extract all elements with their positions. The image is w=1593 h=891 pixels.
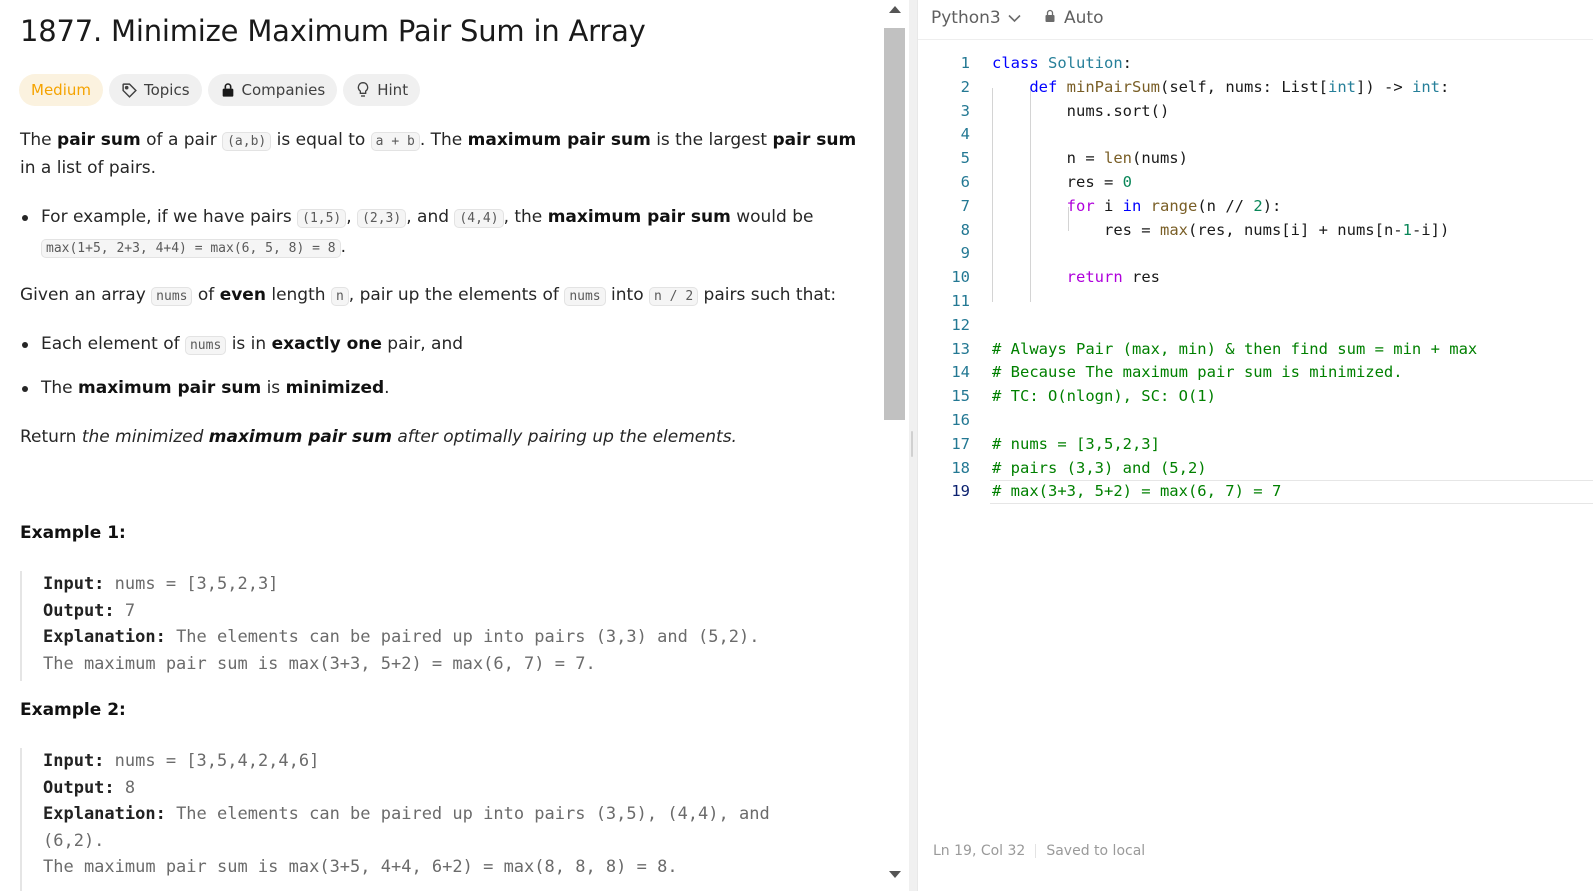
companies-button[interactable]: Companies [207, 74, 338, 106]
scrollbar-thumb[interactable] [884, 28, 905, 420]
description-paragraph-2: Given an array nums of even length n, pa… [20, 285, 837, 306]
code-panel: Python3 Auto 1 class Solution: 2 def minP… [917, 0, 1593, 891]
auto-label: Auto [1064, 8, 1104, 28]
code-line[interactable]: 11 [918, 290, 1593, 314]
description-paragraph-3: Return the minimized maximum pair sum af… [20, 427, 737, 447]
problem-panel: 1877. Minimize Maximum Pair Sum in Array… [0, 0, 883, 891]
description-paragraph-1: The pair sum of a pair (a,b) is equal to… [20, 130, 857, 178]
list-item: The maximum pair sum is minimized. [20, 374, 865, 403]
code-line[interactable]: 8 res = max(res, nums[i] + nums[n-1-i]) [918, 219, 1593, 243]
difficulty-badge[interactable]: Medium [19, 74, 103, 106]
language-label: Python3 [931, 8, 1001, 28]
example-1-heading: Example 1: [20, 523, 126, 543]
code-editor[interactable]: 1 class Solution: 2 def minPairSum(self, … [918, 52, 1593, 505]
editor-toolbar: Python3 Auto [918, 0, 1593, 40]
example-2-block: Input: nums = [3,5,4,2,4,6] Output: 8 Ex… [20, 748, 860, 891]
editor-status-bar: Ln 19, Col 32 Saved to local [933, 843, 1145, 859]
resize-grip[interactable] [911, 431, 913, 457]
language-selector[interactable]: Python3 [931, 8, 1021, 28]
code-line[interactable]: 16 [918, 409, 1593, 433]
list-item: Each element of nums is in exactly one p… [20, 330, 865, 360]
code-line[interactable]: 1 class Solution: [918, 52, 1593, 76]
code-line[interactable]: 6 res = 0 [918, 171, 1593, 195]
scroll-down-icon[interactable] [889, 871, 901, 878]
topics-label: Topics [143, 81, 190, 99]
list-item: For example, if we have pairs (1,5), (2,… [20, 203, 865, 263]
code-line[interactable]: 3 nums.sort() [918, 100, 1593, 124]
code-line[interactable]: 13 # Always Pair (max, min) & then find s… [918, 338, 1593, 362]
code-line[interactable]: 10 return res [918, 266, 1593, 290]
code-line[interactable]: 9 [918, 242, 1593, 266]
companies-label: Companies [241, 81, 326, 99]
lightbulb-icon [355, 81, 371, 99]
scroll-up-icon[interactable] [889, 6, 901, 13]
hint-label: Hint [377, 81, 409, 99]
chevron-down-icon [1008, 8, 1021, 28]
auto-mode-toggle[interactable]: Auto [1044, 8, 1103, 28]
code-line[interactable]: 18 # pairs (3,3) and (5,2) [918, 457, 1593, 481]
tag-bar: Medium Topics Companies Hint [19, 74, 421, 106]
code-line[interactable]: 12 [918, 314, 1593, 338]
code-line[interactable]: 4 [918, 123, 1593, 147]
code-line[interactable]: 2 def minPairSum(self, nums: List[int]) … [918, 76, 1593, 100]
code-line[interactable]: 17 # nums = [3,5,2,3] [918, 433, 1593, 457]
code-line[interactable]: 15 # TC: O(nlogn), SC: O(1) [918, 385, 1593, 409]
topics-button[interactable]: Topics [108, 74, 202, 106]
hint-button[interactable]: Hint [343, 74, 421, 106]
example-1-block: Input: nums = [3,5,2,3] Output: 7 Explan… [20, 571, 860, 681]
example-2-heading: Example 2: [20, 700, 126, 720]
page-title: 1877. Minimize Maximum Pair Sum in Array [20, 14, 646, 48]
code-line[interactable]: 5 n = len(nums) [918, 147, 1593, 171]
lock-icon [220, 82, 236, 98]
code-line[interactable]: 14 # Because The maximum pair sum is mini… [918, 361, 1593, 385]
tag-icon [121, 82, 138, 99]
current-code-line[interactable]: 19 # max(3+3, 5+2) = max(6, 7) = 7 [918, 480, 1593, 505]
lock-icon [1044, 8, 1056, 28]
save-status: Saved to local [1046, 843, 1146, 859]
code-line[interactable]: 7 for i in range(n // 2): [918, 195, 1593, 219]
cursor-position: Ln 19, Col 32 [933, 843, 1026, 859]
